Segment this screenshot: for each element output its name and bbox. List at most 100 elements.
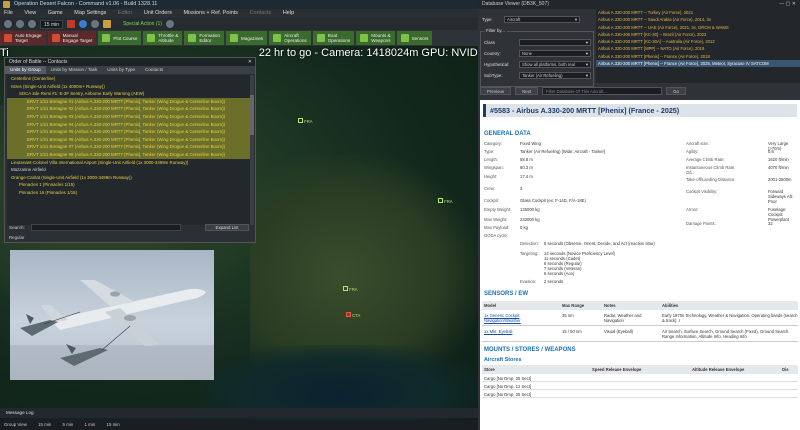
menu-contacts[interactable]: Contacts bbox=[250, 10, 272, 16]
menu-view[interactable]: View bbox=[24, 10, 36, 16]
oob-tree-item[interactable]: Centerline (Centerline) bbox=[7, 75, 253, 83]
table-row: Cargo [No Drop, 35 Sect] bbox=[482, 375, 798, 382]
oob-tree-item[interactable]: ERVT 1/31 Bretagne #1 (Airbus A.330-200 … bbox=[7, 97, 253, 106]
play-icon[interactable] bbox=[16, 20, 24, 28]
toolbar-button[interactable]: Manual Engage Target bbox=[47, 31, 97, 45]
map-unit[interactable]: FRA bbox=[343, 286, 358, 292]
oob-tree-item[interactable]: Lieutenant-Colonel Villa International A… bbox=[7, 159, 253, 167]
scrollbar-thumb[interactable] bbox=[250, 95, 254, 135]
oob-tree-item[interactable]: Istres (Single-Unit Airfield (1x 4000m+ … bbox=[7, 83, 253, 91]
tab-units-by-type[interactable]: Units by Type bbox=[102, 66, 140, 74]
result-item[interactable]: Airbus A.330-200 MRTT -- UAE (Air Force)… bbox=[596, 24, 800, 31]
menu-unit-orders[interactable]: Unit Orders bbox=[144, 10, 172, 16]
toolbar-button[interactable]: Sensors bbox=[396, 31, 433, 45]
oob-tree-item[interactable]: ERVT 1/31 Bretagne #2 (Airbus A.330-200 … bbox=[7, 105, 253, 113]
toolbar-button-label: Mounts & Weapons bbox=[371, 33, 391, 43]
toolbar-button[interactable]: Plot Course bbox=[98, 31, 142, 45]
oob-tree-item[interactable]: Mazzarine Airfield bbox=[7, 166, 253, 174]
time-compression-select[interactable]: 15 min bbox=[40, 19, 64, 29]
oob-title: Order of Battle -- Contacts bbox=[9, 59, 68, 65]
tab-contacts[interactable]: Contacts bbox=[140, 66, 168, 74]
gear-icon[interactable] bbox=[165, 20, 174, 28]
toolbar-button[interactable]: Boat Operations bbox=[312, 31, 355, 45]
status-time-4[interactable]: 15 min bbox=[107, 422, 120, 427]
oob-tree-item[interactable]: ERVT 1/31 Bretagne #5 (Airbus A.330-200 … bbox=[7, 128, 253, 136]
result-item[interactable]: Airbus A.330-200 MRTT [KC-30A] -- Austra… bbox=[596, 38, 800, 45]
unit-title: #5583 - Airbus A.330-200 MRTT [Phenix] (… bbox=[483, 104, 797, 117]
field-label: Take-off/Landing Distance: bbox=[686, 177, 736, 182]
status-time-1[interactable]: 15 min bbox=[38, 422, 51, 427]
result-item[interactable]: Airbus A.330-200 MRTT [Phenix] -- France… bbox=[596, 60, 800, 68]
column-header: Model bbox=[484, 303, 497, 308]
zoom-icon[interactable] bbox=[91, 20, 100, 28]
field-label: Category: bbox=[484, 141, 503, 146]
status-time-3[interactable]: 1 min bbox=[85, 422, 96, 427]
toolbar-button[interactable]: Auto Engage Target bbox=[0, 31, 46, 45]
field-label: Empty Weight: bbox=[484, 207, 512, 212]
db-filter-input[interactable]: Filter Database Of This Aircraft... bbox=[542, 87, 663, 95]
map-unit[interactable]: CTA bbox=[346, 312, 360, 318]
field-value: 2001-2500m bbox=[768, 177, 792, 182]
sensor-link[interactable]: 1x MkI: Eyeball bbox=[484, 329, 554, 334]
oob-tree-item[interactable]: Orange-Caritat (Single-Unit Airfield (1x… bbox=[7, 174, 253, 182]
window-titlebar: Operation Desert Falcon - Command v1.06 … bbox=[0, 0, 478, 9]
subtype-select[interactable]: Tanker (Air Refueling) ▼ bbox=[519, 72, 591, 79]
menu-game[interactable]: Game bbox=[48, 10, 63, 16]
field-value: 6 seconds (Ace) bbox=[544, 271, 575, 276]
oob-tree-item[interactable]: Pinnacles 16 (Pinnacles 1/15) bbox=[7, 189, 253, 197]
field-label: Evasion: bbox=[520, 279, 537, 284]
special-action-button[interactable]: Special Action (1) bbox=[123, 21, 162, 27]
oob-tree-item[interactable]: ERVT 1/31 Bretagne #6 (Airbus A.330-200 … bbox=[7, 135, 253, 144]
oob-tree-item[interactable]: ERVT 1/31 Bretagne #4 (Airbus A.330-200 … bbox=[7, 120, 253, 129]
menu-file[interactable]: File bbox=[4, 10, 13, 16]
map-unit[interactable]: FRA bbox=[298, 118, 313, 124]
menu-map-settings[interactable]: Map Settings bbox=[74, 10, 106, 16]
tab-units-by-mission[interactable]: Units by Mission / Task bbox=[46, 66, 103, 74]
menu-editor[interactable]: Editor bbox=[118, 10, 132, 16]
close-icon[interactable]: ✕ bbox=[248, 58, 252, 66]
store-name: Cargo [No Drop, 35 Sect] bbox=[484, 376, 532, 381]
toolbar-button[interactable]: Formation Editor bbox=[184, 31, 225, 45]
hypothetical-select[interactable]: Show all platforms, both real ▼ bbox=[519, 61, 591, 68]
status-time-2[interactable]: 5 min bbox=[63, 422, 74, 427]
menu-missions[interactable]: Missions + Ref. Points bbox=[183, 10, 238, 16]
map-unit[interactable]: FRA bbox=[438, 198, 453, 204]
status-group-view[interactable]: Group View bbox=[4, 422, 27, 427]
search-input[interactable] bbox=[31, 224, 181, 231]
layers-icon[interactable] bbox=[103, 20, 112, 28]
message-log-bar[interactable]: Message Log bbox=[0, 408, 478, 418]
result-item[interactable]: Airbus A.330-200 MRTT -- Turkey (Air For… bbox=[596, 9, 800, 16]
next-button[interactable]: Next bbox=[515, 87, 539, 95]
menu-help[interactable]: Help bbox=[283, 10, 294, 16]
toolbar-button[interactable]: Throttle & Altitude bbox=[143, 31, 183, 45]
toolbar-button[interactable]: Mounts & Weapons bbox=[356, 31, 395, 45]
pause-icon[interactable] bbox=[28, 20, 36, 28]
country-select[interactable]: None ▼ bbox=[519, 50, 591, 57]
type-select[interactable]: Aircraft ▼ bbox=[504, 16, 580, 23]
toolbar-button[interactable]: Aircraft Operations bbox=[269, 31, 311, 45]
result-item[interactable]: Airbus A.330-200 MRTT [Phenix] -- France… bbox=[596, 53, 800, 60]
result-item[interactable]: Airbus A.330-200 MRTT [KC-30] -- Brazil … bbox=[596, 31, 800, 38]
oob-tree-item[interactable]: Pinnacles 1 (Pinnacles 1/15) bbox=[7, 181, 253, 189]
result-item[interactable]: Airbus A.330-200 MRTT [MPP] -- NATO (Air… bbox=[596, 45, 800, 52]
go-button[interactable]: Go bbox=[666, 87, 686, 95]
globe-icon[interactable] bbox=[79, 20, 88, 28]
clock-icon[interactable] bbox=[4, 20, 12, 28]
stop-icon[interactable] bbox=[67, 20, 76, 28]
oob-tree-item[interactable]: ERVT 1/31 Bretagne #7 (Airbus A.330-200 … bbox=[7, 143, 253, 151]
field-label: Average Climb Rate: bbox=[686, 157, 725, 162]
class-select[interactable]: ▼ bbox=[519, 39, 591, 46]
oob-scrollbar[interactable] bbox=[250, 75, 254, 225]
previous-button[interactable]: Previous bbox=[480, 87, 512, 95]
toolbar-button[interactable]: Magazines bbox=[226, 31, 268, 45]
tab-units-by-group[interactable]: Units by Group bbox=[5, 66, 46, 74]
column-header: Dis bbox=[782, 367, 789, 372]
oob-tree-item[interactable]: ERVT 1/31 Bretagne #3 (Airbus A.330-200 … bbox=[7, 112, 253, 121]
oob-tree-item[interactable]: SDCA 3de Remi #1: E-3F Sentry, Airborne … bbox=[7, 90, 253, 98]
expand-list-button[interactable]: Expand List bbox=[205, 224, 249, 231]
column-header: Notes bbox=[604, 303, 616, 308]
result-item[interactable]: Airbus A.330-200 MRTT -- Saudi Arabia (A… bbox=[596, 16, 800, 23]
window-controls-icon[interactable]: — ▢ ✕ bbox=[779, 0, 796, 9]
oob-tree-item[interactable]: ERVT 1/31 Bretagne #8 (Airbus A.330-200 … bbox=[7, 150, 253, 159]
sensor-link[interactable]: 1x Generic Cockpit Navigation/Weather bbox=[484, 313, 554, 323]
